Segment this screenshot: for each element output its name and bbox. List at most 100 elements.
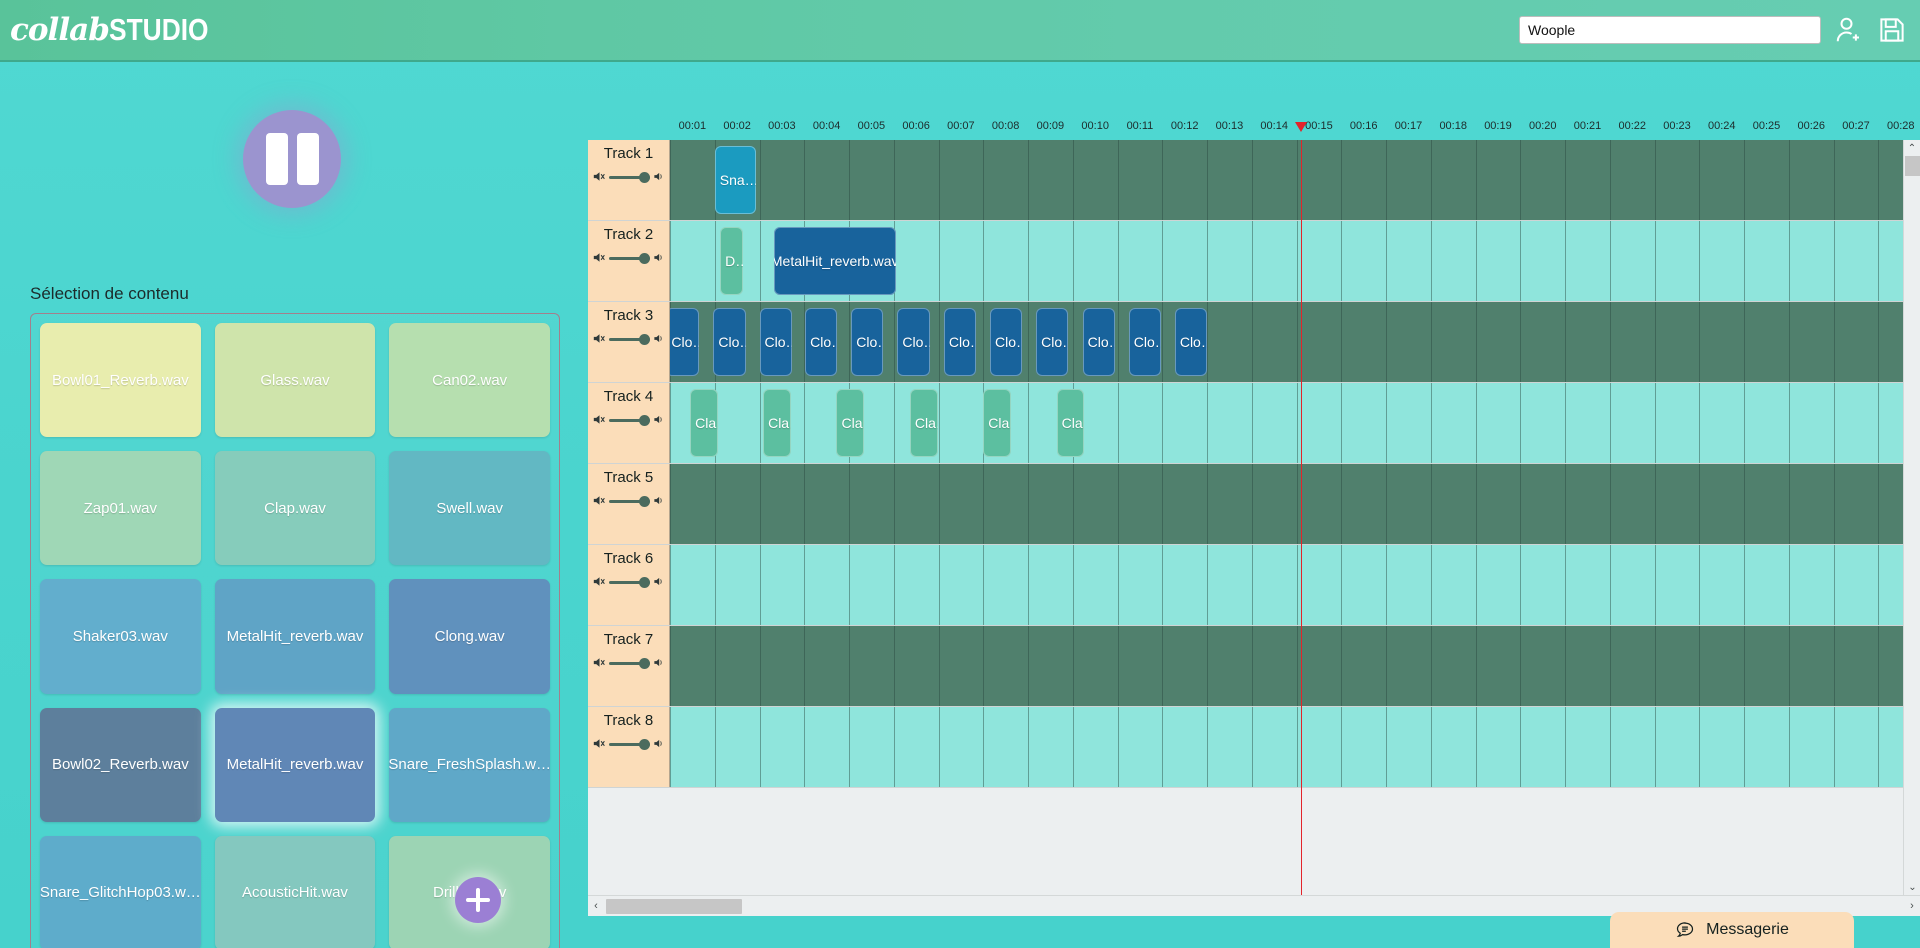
sound-tile[interactable]: Zap01.wav	[40, 451, 201, 566]
track-lane[interactable]: D… MetalHit_reverb.wav	[670, 221, 1920, 301]
gridline	[1028, 302, 1030, 382]
timeline-clip[interactable]: Cla…	[763, 389, 791, 457]
track-header[interactable]: Track 8	[588, 707, 670, 787]
sound-tile[interactable]: Snare_GlitchHop03.w…	[40, 835, 201, 948]
track-volume-slider[interactable]	[609, 576, 650, 588]
timeline-clip[interactable]: Sna…	[714, 146, 756, 214]
sound-tile[interactable]: AcousticHit.wav	[214, 835, 376, 948]
track-header[interactable]: Track 4	[588, 383, 670, 463]
sound-tile[interactable]: MetalHit_reverb.wav	[214, 707, 376, 822]
speaker-icon[interactable]	[653, 171, 664, 182]
volume-slider-knob[interactable]	[639, 333, 650, 345]
timeline-clip[interactable]: Clo…	[1174, 308, 1208, 376]
track-volume-slider[interactable]	[609, 333, 650, 345]
track-header[interactable]: Track 1	[588, 140, 670, 220]
sound-tile[interactable]: Can02.wav	[389, 323, 550, 438]
speaker-icon[interactable]	[653, 738, 664, 749]
timeline-clip[interactable]: Clo…	[989, 308, 1023, 376]
track-header[interactable]: Track 2	[588, 221, 670, 301]
sound-tile[interactable]: Bowl01_Reverb.wav	[40, 323, 201, 438]
vertical-scroll-thumb[interactable]	[1905, 156, 1920, 176]
scroll-up-arrow-icon[interactable]: ⌃	[1904, 140, 1920, 156]
pause-button[interactable]	[243, 110, 341, 208]
volume-slider-knob[interactable]	[639, 738, 650, 750]
track-header[interactable]: Track 3	[588, 302, 670, 382]
speaker-icon[interactable]	[653, 657, 664, 668]
timeline-clip[interactable]: D…	[720, 227, 744, 295]
sound-tile[interactable]: Swell.wav	[389, 451, 550, 566]
track-lane[interactable]	[670, 626, 1920, 706]
mute-speaker-icon[interactable]	[593, 251, 606, 264]
project-name-input[interactable]	[1519, 16, 1821, 44]
mute-speaker-icon[interactable]	[593, 170, 606, 183]
track-header[interactable]: Track 5	[588, 464, 670, 544]
track-lane[interactable]	[670, 707, 1920, 787]
volume-slider-knob[interactable]	[639, 252, 650, 264]
timeline-clip[interactable]: Clo…	[805, 308, 838, 376]
timeline-clip[interactable]: Clo…	[851, 308, 884, 376]
sound-tile[interactable]: Clap.wav	[214, 451, 376, 566]
sound-tile[interactable]: Glass.wav	[214, 323, 376, 438]
track-header[interactable]: Track 6	[588, 545, 670, 625]
add-user-icon[interactable]	[1834, 15, 1864, 45]
timeline-clip[interactable]: Cla…	[909, 389, 938, 457]
track-lane[interactable]	[670, 545, 1920, 625]
track-lane[interactable]	[670, 464, 1920, 544]
volume-slider-knob[interactable]	[639, 414, 650, 426]
timeline-clip[interactable]: Cla…	[690, 389, 718, 457]
speaker-icon[interactable]	[653, 414, 664, 425]
track-volume-slider[interactable]	[609, 414, 650, 426]
scroll-down-arrow-icon[interactable]: ⌄	[1904, 879, 1920, 895]
sound-tile[interactable]: Bowl02_Reverb.wav	[40, 707, 201, 822]
timeline-clip[interactable]: Clo…	[670, 308, 699, 376]
horizontal-scroll-thumb[interactable]	[606, 898, 742, 914]
playhead-marker[interactable]	[1295, 122, 1308, 132]
sound-tile[interactable]: MetalHit_reverb.wav	[214, 579, 376, 694]
track-volume-slider[interactable]	[609, 252, 650, 264]
timeline-clip[interactable]: Clo…	[1082, 308, 1115, 376]
timeline-clip[interactable]: Clo…	[943, 308, 977, 376]
speaker-icon[interactable]	[653, 333, 664, 344]
mute-speaker-icon[interactable]	[593, 656, 606, 669]
mute-speaker-icon[interactable]	[593, 575, 606, 588]
mute-speaker-icon[interactable]	[593, 332, 606, 345]
scroll-right-arrow-icon[interactable]: ›	[1904, 896, 1920, 917]
messaging-panel-toggle[interactable]: Messagerie	[1610, 912, 1854, 948]
track-volume-slider[interactable]	[609, 657, 650, 669]
mute-speaker-icon[interactable]	[593, 413, 606, 426]
save-floppy-icon[interactable]	[1877, 15, 1907, 45]
timeline-clip[interactable]: Cla…	[1056, 389, 1085, 457]
timeline-clip[interactable]: Cla…	[983, 389, 1012, 457]
timeline-clip[interactable]: Clo…	[1128, 308, 1161, 376]
track-lane[interactable]: Clo… Clo… Clo… Clo… Clo… Clo… Clo… Clo… Clo… Clo……	[670, 302, 1920, 382]
volume-slider-knob[interactable]	[639, 576, 650, 588]
timeline-clip[interactable]: Clo…	[713, 308, 746, 376]
sound-tile[interactable]: Shaker03.wav	[40, 579, 201, 694]
scroll-left-arrow-icon[interactable]: ‹	[588, 896, 604, 917]
add-sound-button[interactable]	[455, 877, 501, 923]
track-volume-slider[interactable]	[609, 171, 650, 183]
volume-slider-knob[interactable]	[639, 657, 650, 669]
track-lane[interactable]: Cla… Cla… Cla… Cla… Cla… Cla…	[670, 383, 1920, 463]
speaker-icon[interactable]	[653, 495, 664, 506]
timeline-clip[interactable]: Clo…	[759, 308, 792, 376]
track-volume-slider[interactable]	[609, 495, 650, 507]
volume-slider-knob[interactable]	[639, 495, 650, 507]
track-lane[interactable]: Sna…	[670, 140, 1920, 220]
track-volume-slider[interactable]	[609, 738, 650, 750]
timeline-ruler[interactable]: 00:01 00:02 00:03 00:04 00:05 00:06 00:07 00:08…	[588, 118, 1920, 140]
timeline-clip[interactable]: Clo…	[897, 308, 930, 376]
sound-tile[interactable]: Snare_FreshSplash.w…	[389, 707, 550, 822]
mute-speaker-icon[interactable]	[593, 494, 606, 507]
track-header[interactable]: Track 7	[588, 626, 670, 706]
speaker-icon[interactable]	[653, 576, 664, 587]
timeline-clip[interactable]: MetalHit_reverb.wav	[773, 227, 896, 295]
speaker-icon[interactable]	[653, 252, 664, 263]
vertical-scrollbar[interactable]: ⌃ ⌄	[1903, 140, 1920, 895]
timeline-clip[interactable]: Clo…	[1036, 308, 1069, 376]
mute-speaker-icon[interactable]	[593, 737, 606, 750]
tracks-viewport[interactable]: Track 1 Sna… Track 2 D… MetalHit_reverb.wav T…	[588, 140, 1920, 895]
volume-slider-knob[interactable]	[639, 171, 650, 183]
sound-tile[interactable]: Clong.wav	[389, 579, 550, 694]
timeline-clip[interactable]: Cla…	[836, 389, 865, 457]
